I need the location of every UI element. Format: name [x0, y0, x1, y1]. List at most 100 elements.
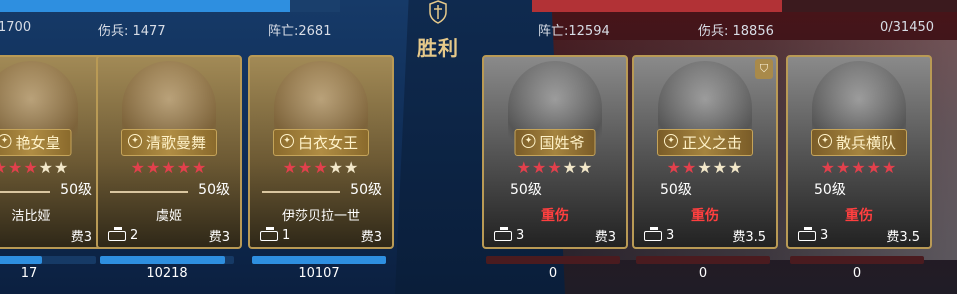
hero-name-tag: ✦ 国姓爷	[514, 129, 596, 156]
star-rating: ★★★★★	[517, 158, 594, 177]
hero-name: 散兵横队	[835, 134, 897, 152]
star-icon: ★	[161, 158, 177, 177]
ally-hp-fill	[100, 256, 225, 264]
star-icon: ★	[145, 158, 162, 177]
hero-name: 白衣女王	[297, 134, 359, 152]
seal-icon: ✦	[127, 134, 142, 148]
shield-laurel-icon	[429, 0, 447, 24]
ally-hp-fill	[252, 256, 386, 264]
unit-footer: 1 费3	[260, 226, 382, 245]
hero-real-name: 伊莎贝拉一世	[281, 209, 360, 224]
hero-name-tag: ✦ 艳女皇	[0, 129, 72, 156]
enemy-hp-bar	[486, 256, 620, 264]
helmet-badge-icon: ⛉	[755, 59, 773, 79]
enemy-hp-bar	[790, 256, 924, 264]
star-icon: ★	[516, 158, 532, 177]
unit-count: 3	[644, 226, 674, 243]
enemy-death-count: 阵亡:12594	[538, 24, 610, 39]
star-icon: ★	[531, 158, 548, 177]
star-icon: ★	[176, 158, 193, 177]
hero-name-tag: ✦ 白衣女王	[272, 129, 370, 156]
heavy-wound-status: 重伤	[691, 208, 719, 224]
hero-name-tag: ✦ 正义之击	[656, 129, 754, 156]
star-icon: ★	[38, 158, 55, 177]
hero-name: 正义之击	[681, 134, 743, 152]
hero-level: 50级	[660, 182, 692, 198]
ally-top-bar-fill	[0, 0, 290, 12]
seal-icon: ✦	[817, 134, 832, 148]
heavy-wound-status: 重伤	[845, 208, 873, 224]
cost-label: 费3	[360, 230, 382, 245]
hero-level: 50级	[814, 182, 846, 198]
hp-value: 0	[698, 266, 708, 281]
enemy-hero-card[interactable]: ⛉ ✦ 正义之击 ★★★★★ 50级重伤 3 费3.5	[632, 55, 778, 249]
unit-footer: 费3	[0, 226, 92, 245]
star-rating: ★★★★★	[667, 158, 744, 177]
experience-bar	[110, 191, 188, 193]
enemy-hero-card[interactable]: ✦ 国姓爷 ★★★★★ 50级 重伤 3 费3	[482, 55, 628, 249]
ally-hero-card[interactable]: ✦艳女皇 ★★★★★ 50级洁比娅费3	[0, 55, 104, 249]
experience-bar	[262, 191, 340, 193]
star-icon: ★	[562, 158, 579, 177]
cost-label: 费3.5	[886, 230, 920, 245]
ally-hp-bar	[100, 256, 234, 264]
star-icon: ★	[130, 158, 146, 177]
star-icon: ★	[712, 158, 729, 177]
star-icon: ★	[344, 158, 360, 177]
star-icon: ★	[578, 158, 594, 177]
victory-label: 胜利	[417, 36, 459, 60]
star-icon: ★	[192, 158, 208, 177]
star-icon: ★	[866, 158, 883, 177]
seal-icon: ✦	[0, 134, 12, 148]
enemy-remaining-count: 0/31450	[880, 20, 935, 35]
unit-footer: 2 费3	[108, 226, 230, 245]
hero-real-name: 洁比娅	[11, 209, 51, 224]
star-icon: ★	[728, 158, 744, 177]
star-rating: ★★★★★	[283, 158, 360, 177]
unit-footer: 3 费3.5	[644, 226, 766, 245]
star-rating: ★★★★★	[821, 158, 898, 177]
unit-count: 3	[494, 226, 524, 243]
tank-icon	[494, 226, 512, 241]
cost-label: 费3	[70, 230, 92, 245]
star-icon: ★	[547, 158, 563, 177]
star-icon: ★	[54, 158, 70, 177]
hero-name: 清歌曼舞	[145, 134, 207, 152]
hero-level: 50级	[350, 182, 382, 198]
star-icon: ★	[820, 158, 836, 177]
hero-level: 50级	[198, 182, 230, 198]
cost-label: 费3	[208, 230, 230, 245]
ally-hp-bar	[252, 256, 386, 264]
enemy-top-bar-fill	[532, 0, 782, 12]
star-icon: ★	[851, 158, 867, 177]
star-icon: ★	[666, 158, 682, 177]
star-rating: ★★★★★	[0, 158, 69, 177]
enemy-hero-card[interactable]: ✦ 散兵横队 ★★★★★ 50级重伤 3 费3.5	[786, 55, 932, 249]
hp-value: 10218	[146, 266, 188, 281]
star-icon: ★	[7, 158, 24, 177]
star-icon: ★	[328, 158, 345, 177]
enemy-top-bar	[532, 0, 957, 12]
ally-stat-partial: 1700	[0, 20, 32, 35]
ally-hero-card[interactable]: ✦ 清歌曼舞 ★★★★★ 50级 虞姬 2 费3	[96, 55, 242, 249]
star-icon: ★	[297, 158, 314, 177]
enemy-wounded-count: 伤兵: 18856	[698, 24, 774, 39]
battle-result-screen: 1700 伤兵: 1477 阵亡:2681 阵亡:12594 伤兵: 18856…	[0, 0, 957, 294]
hp-value: 10107	[298, 266, 340, 281]
hero-level: 50级	[510, 182, 542, 198]
ally-hero-card[interactable]: ✦ 白衣女王 ★★★★★ 50级 伊莎贝拉一世 1 费3	[248, 55, 394, 249]
hero-level: 50级	[60, 182, 92, 198]
cost-label: 费3.5	[732, 230, 766, 245]
hero-real-name: 虞姬	[155, 209, 182, 224]
tank-icon	[108, 226, 126, 241]
enemy-hp-bar	[636, 256, 770, 264]
hero-name-tag: ✦ 清歌曼舞	[120, 129, 218, 156]
tank-icon	[798, 226, 816, 241]
star-icon: ★	[313, 158, 329, 177]
ally-top-bar	[0, 0, 340, 12]
star-icon: ★	[282, 158, 298, 177]
tank-icon	[260, 226, 278, 241]
hp-value: 0	[852, 266, 862, 281]
ally-hp-fill	[0, 256, 42, 264]
unit-count: 3	[798, 226, 828, 243]
